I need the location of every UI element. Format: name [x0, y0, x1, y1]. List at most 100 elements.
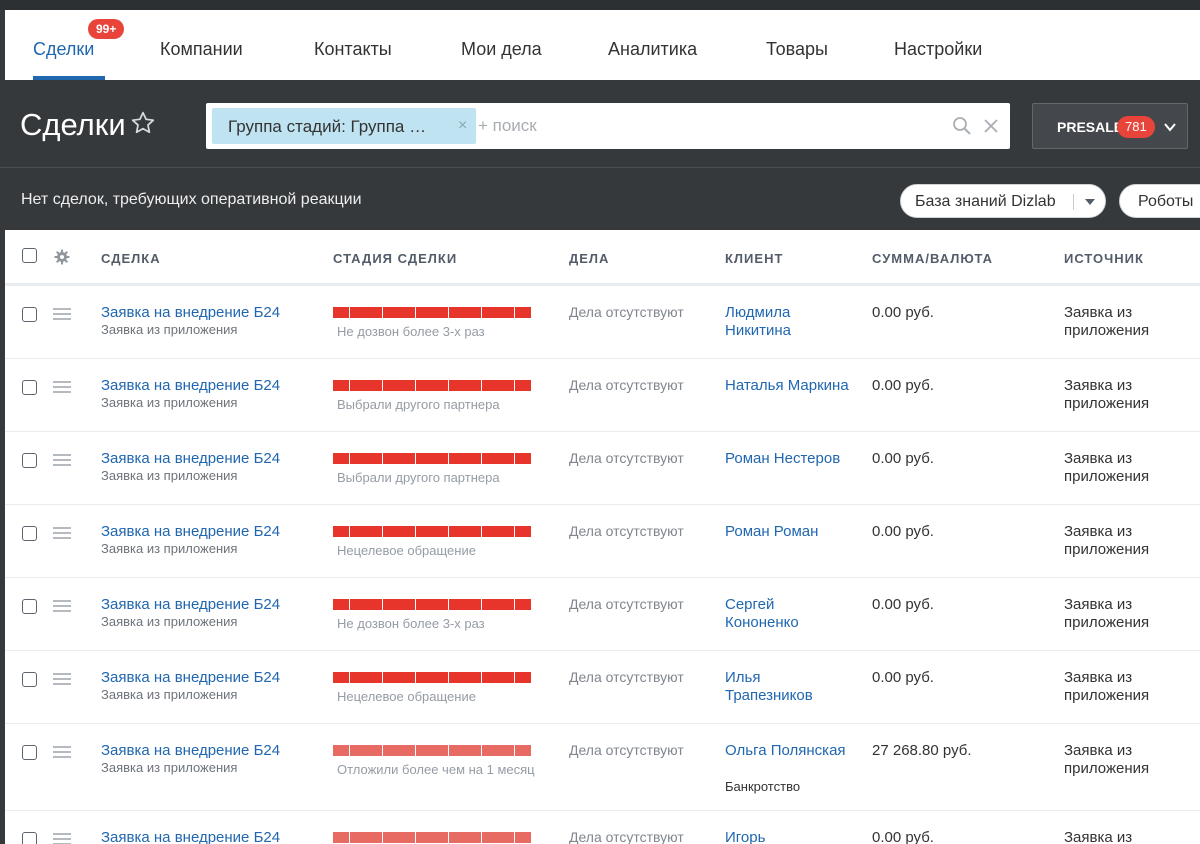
client-link[interactable]: Наталья Маркина [725, 377, 850, 395]
select-all-checkbox[interactable] [22, 248, 37, 263]
knowledge-base-button[interactable]: База знаний Dizlab [900, 184, 1106, 218]
column-header-stage[interactable]: СТАДИЯ СДЕЛКИ [333, 251, 457, 266]
filter-tag-remove-icon[interactable]: × [458, 117, 467, 135]
stage-segment [465, 380, 481, 391]
client-link[interactable]: Сергей Кононенко [725, 596, 850, 632]
robots-button[interactable]: Роботы [1119, 184, 1200, 218]
table-row[interactable]: Заявка на внедрение Б24 Заявка из прилож… [5, 578, 1200, 651]
stage-segment [366, 832, 382, 843]
gear-icon[interactable] [54, 249, 70, 265]
row-checkbox[interactable] [22, 380, 37, 395]
tab-products[interactable]: Товары [766, 39, 828, 60]
deals-counter-badge: 99+ [88, 19, 125, 39]
stage-segment [366, 380, 382, 391]
stage-progress-bar[interactable] [333, 599, 531, 610]
stage-label: Нецелевое обращение [337, 689, 476, 704]
client-link[interactable]: Людмила Никитина [725, 304, 850, 340]
button-separator [1073, 194, 1074, 210]
stage-progress-bar[interactable] [333, 307, 531, 318]
column-header-amount[interactable]: СУММА/ВАЛЮТА [872, 251, 993, 266]
stage-segment [333, 526, 349, 537]
deal-title-link[interactable]: Заявка на внедрение Б24 [101, 742, 280, 759]
drag-handle-icon[interactable] [53, 673, 71, 685]
row-checkbox[interactable] [22, 672, 37, 687]
tab-companies[interactable]: Компании [160, 39, 243, 60]
column-header-activities[interactable]: ДЕЛА [569, 251, 609, 266]
deal-title-link[interactable]: Заявка на внедрение Б24 [101, 304, 280, 321]
row-checkbox[interactable] [22, 526, 37, 541]
presale-label: PRESALE [1057, 119, 1124, 135]
row-checkbox[interactable] [22, 453, 37, 468]
stage-segment [514, 380, 531, 391]
client-link[interactable]: Илья Трапезников [725, 669, 850, 705]
stage-progress-bar[interactable] [333, 672, 531, 683]
deal-title-link[interactable]: Заявка на внедрение Б24 [101, 669, 280, 686]
activity-status: Дела отсутствуют [569, 596, 684, 612]
stage-segment [333, 599, 349, 610]
column-header-source[interactable]: ИСТОЧНИК [1064, 251, 1144, 266]
clear-icon[interactable] [982, 117, 1000, 135]
caret-down-icon[interactable] [1085, 198, 1095, 206]
table-row[interactable]: Заявка на внедрение Б24 Заявка из прилож… [5, 505, 1200, 578]
drag-handle-icon[interactable] [53, 833, 71, 844]
client-link[interactable]: Роман Нестеров [725, 450, 850, 468]
deal-amount: 0.00 руб. [872, 669, 934, 686]
tab-my-tasks[interactable]: Мои дела [461, 39, 542, 60]
deal-title-link[interactable]: Заявка на внедрение Б24 [101, 596, 280, 613]
stage-segment [432, 453, 448, 464]
table-row[interactable]: Заявка на внедрение Б24 Заявка из прилож… [5, 286, 1200, 359]
row-checkbox[interactable] [22, 599, 37, 614]
search-input[interactable] [476, 108, 936, 144]
row-checkbox[interactable] [22, 832, 37, 844]
stage-segment [415, 672, 432, 683]
tab-deals[interactable]: Сделки [33, 39, 94, 60]
drag-handle-icon[interactable] [53, 381, 71, 393]
table-row[interactable]: Заявка на внедрение Б24 Дела отсутствуют… [5, 811, 1200, 844]
tab-settings[interactable]: Настройки [894, 39, 982, 60]
stage-progress-bar[interactable] [333, 526, 531, 537]
presale-pipeline-button[interactable]: PRESALE 781 [1032, 103, 1188, 149]
filter-tag[interactable]: Группа стадий: Группа … × [212, 108, 476, 144]
column-header-client[interactable]: КЛИЕНТ [725, 251, 783, 266]
client-link[interactable]: Игорь [725, 829, 850, 844]
stage-segment [399, 599, 415, 610]
deal-title-link[interactable]: Заявка на внедрение Б24 [101, 829, 280, 844]
table-row[interactable]: Заявка на внедрение Б24 Заявка из прилож… [5, 359, 1200, 432]
row-checkbox[interactable] [22, 307, 37, 322]
deal-subtitle: Заявка из приложения [101, 468, 238, 483]
stage-segment [498, 599, 514, 610]
drag-handle-icon[interactable] [53, 600, 71, 612]
drag-handle-icon[interactable] [53, 308, 71, 320]
stage-segment [498, 380, 514, 391]
client-link[interactable]: Роман Роман [725, 523, 865, 541]
table-row[interactable]: Заявка на внедрение Б24 Заявка из прилож… [5, 651, 1200, 724]
stage-segment [448, 832, 465, 843]
tab-contacts[interactable]: Контакты [314, 39, 392, 60]
stage-progress-bar[interactable] [333, 745, 531, 756]
activity-status: Дела отсутствуют [569, 304, 684, 320]
column-header-deal[interactable]: СДЕЛКА [101, 251, 161, 266]
star-icon[interactable] [130, 110, 156, 136]
stage-progress-bar[interactable] [333, 832, 531, 843]
tab-analytics[interactable]: Аналитика [608, 39, 697, 60]
stage-segment [415, 599, 432, 610]
stage-progress-bar[interactable] [333, 453, 531, 464]
deal-title-link[interactable]: Заявка на внедрение Б24 [101, 523, 280, 540]
deal-title-link[interactable]: Заявка на внедрение Б24 [101, 377, 280, 394]
drag-handle-icon[interactable] [53, 746, 71, 758]
table-row[interactable]: Заявка на внедрение Б24 Заявка из прилож… [5, 724, 1200, 811]
drag-handle-icon[interactable] [53, 527, 71, 539]
stage-segment [415, 832, 432, 843]
deal-title-link[interactable]: Заявка на внедрение Б24 [101, 450, 280, 467]
search-icon[interactable] [952, 116, 972, 136]
stage-progress-bar[interactable] [333, 380, 531, 391]
page-title: Сделки [20, 107, 126, 142]
header-divider [0, 167, 1200, 168]
deal-subtitle: Заявка из приложения [101, 541, 238, 556]
table-row[interactable]: Заявка на внедрение Б24 Заявка из прилож… [5, 432, 1200, 505]
row-checkbox[interactable] [22, 745, 37, 760]
client-link[interactable]: Ольга Полянская [725, 742, 850, 760]
activity-status: Дела отсутствуют [569, 450, 684, 466]
stage-segment [382, 745, 399, 756]
drag-handle-icon[interactable] [53, 454, 71, 466]
